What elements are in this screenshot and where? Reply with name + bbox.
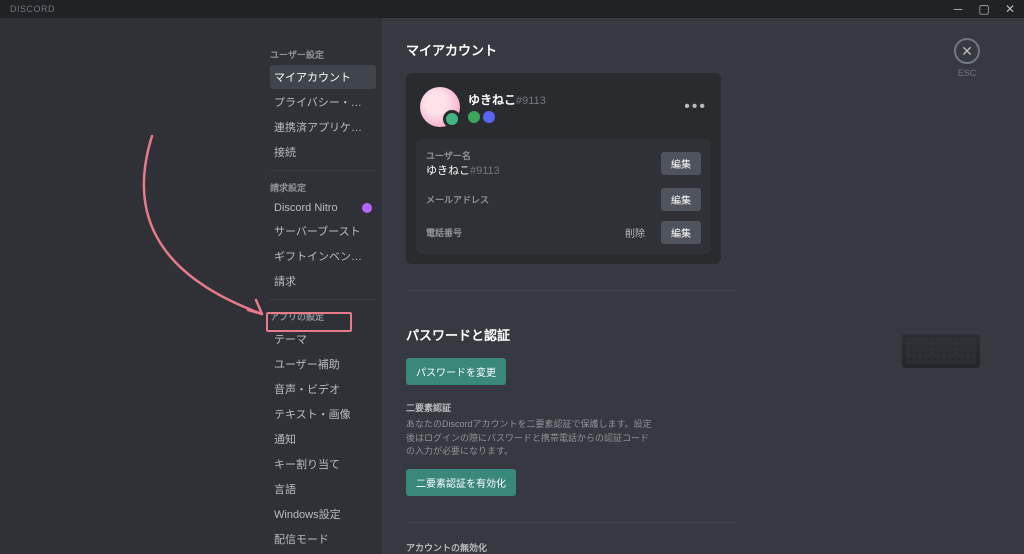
settings-sidebar: ユーザー設定 マイアカウント プライバシー・安全 連携済アプリケーショ… 接続 … — [262, 18, 382, 554]
sidebar-item-streamer-mode[interactable]: 配信モード — [270, 527, 376, 551]
sidebar-item-server-boost[interactable]: サーバーブースト — [270, 219, 376, 243]
sidebar-item-my-account[interactable]: マイアカウント — [270, 65, 376, 89]
disable-heading: アカウントの無効化 — [406, 541, 736, 554]
keyboard-illustration — [902, 334, 980, 368]
sidebar-item-connections-auth[interactable]: 連携済アプリケーショ… — [270, 115, 376, 139]
sidebar-item-text-images[interactable]: テキスト・画像 — [270, 402, 376, 426]
sidebar-item-windows[interactable]: Windows設定 — [270, 502, 376, 526]
dead-space-left — [0, 18, 262, 554]
page-title: マイアカウント — [406, 40, 984, 59]
edit-phone-button[interactable]: 編集 — [661, 221, 701, 244]
field-value-username: ゆきねこ — [426, 165, 470, 177]
settings-content: ✕ ESC マイアカウント ゆきねこ#9113 ••• ユーザー — [382, 18, 1024, 554]
sidebar-item-voice-video[interactable]: 音声・ビデオ — [270, 377, 376, 401]
window-title: DISCORD — [4, 4, 55, 14]
sidebar-item-gift-inventory[interactable]: ギフトインベントリ — [270, 244, 376, 268]
nitro-badge-icon — [362, 203, 372, 213]
esc-label: ESC — [954, 68, 980, 78]
avatar[interactable] — [420, 87, 460, 127]
badge-icon — [468, 111, 480, 123]
edit-username-button[interactable]: 編集 — [661, 152, 701, 175]
change-password-button[interactable]: パスワードを変更 — [406, 358, 506, 385]
field-label-phone: 電話番号 — [426, 226, 462, 239]
close-settings-button[interactable]: ✕ ESC — [954, 38, 980, 78]
account-overflow-menu[interactable]: ••• — [684, 98, 707, 116]
account-card: ゆきねこ#9113 ••• ユーザー名 ゆきねこ#9113 編集 — [406, 73, 721, 264]
sidebar-category-user: ユーザー設定 — [270, 48, 376, 61]
sidebar-item-language[interactable]: 言語 — [270, 477, 376, 501]
window-close[interactable]: ✕ — [1000, 2, 1020, 16]
badge-icon — [483, 111, 495, 123]
window-minimize[interactable]: ─ — [948, 2, 968, 16]
sidebar-item-notifications[interactable]: 通知 — [270, 427, 376, 451]
edit-email-button[interactable]: 編集 — [661, 188, 701, 211]
sidebar-item-theme[interactable]: テーマ — [270, 327, 376, 351]
sidebar-item-privacy[interactable]: プライバシー・安全 — [270, 90, 376, 114]
field-label-username: ユーザー名 — [426, 149, 500, 162]
tfa-description: あなたのDiscordアカウントを二要素認証で保護します。設定後はログインの際に… — [406, 418, 656, 459]
field-label-email: メールアドレス — [426, 193, 489, 206]
enable-tfa-button[interactable]: 二要素認証を有効化 — [406, 469, 516, 496]
sidebar-item-nitro[interactable]: Discord Nitro — [270, 198, 376, 218]
sidebar-item-connections[interactable]: 接続 — [270, 140, 376, 164]
sidebar-item-billing[interactable]: 請求 — [270, 269, 376, 293]
sidebar-category-app: アプリの設定 — [270, 310, 376, 323]
window-maximize[interactable]: ▢ — [974, 2, 994, 16]
sidebar-item-keybinds[interactable]: キー割り当て — [270, 452, 376, 476]
close-icon: ✕ — [954, 38, 980, 64]
password-heading: パスワードと認証 — [406, 325, 736, 344]
sidebar-category-billing: 請求設定 — [270, 181, 376, 194]
tfa-heading: 二要素認証 — [406, 401, 736, 414]
profile-username: ゆきねこ — [468, 93, 516, 107]
profile-discriminator: #9113 — [516, 95, 546, 107]
remove-phone-button[interactable]: 削除 — [615, 221, 655, 244]
sidebar-item-accessibility[interactable]: ユーザー補助 — [270, 352, 376, 376]
